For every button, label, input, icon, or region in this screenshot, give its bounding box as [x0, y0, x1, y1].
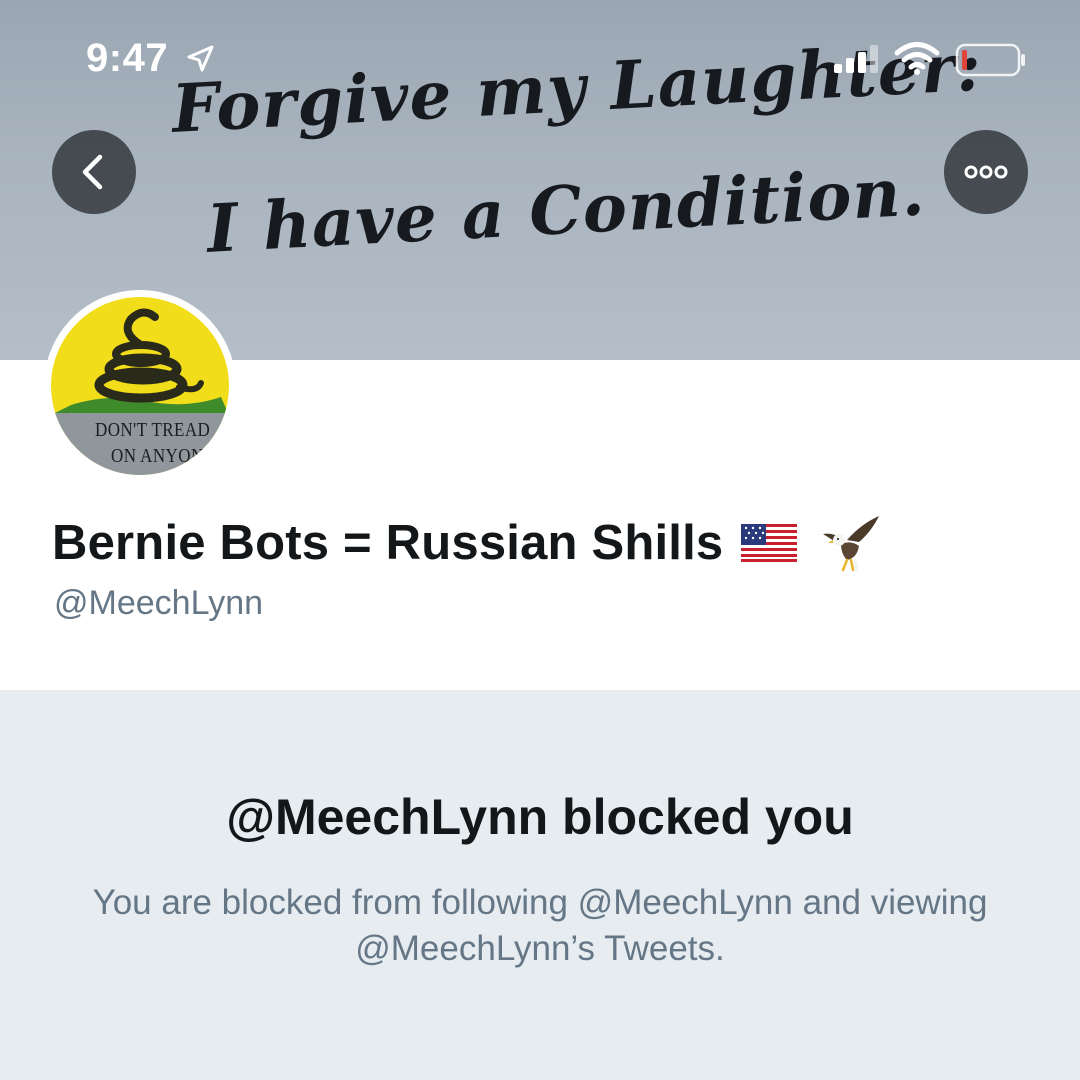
avatar-image: DON'T TREAD ON ANYONE	[51, 297, 229, 475]
blocked-title: @MeechLynn blocked you	[226, 789, 854, 845]
avatar-caption: DON'T TREAD ON ANYONE	[51, 413, 229, 475]
ellipsis-icon	[964, 165, 1008, 179]
status-time: 9:47	[86, 36, 169, 80]
more-options-button[interactable]	[944, 130, 1028, 214]
blocked-notice: @MeechLynn blocked you You are blocked f…	[0, 690, 1080, 1080]
wifi-icon	[894, 42, 940, 75]
user-handle: @MeechLynn	[54, 584, 264, 622]
avatar-caption-line-2: ON ANYONE	[111, 445, 215, 467]
avatar[interactable]: DON'T TREAD ON ANYONE	[44, 290, 236, 482]
back-button[interactable]	[52, 130, 136, 214]
display-name: Bernie Bots = Russian Shills	[52, 516, 724, 570]
avatar-caption-line-1: DON'T TREAD	[95, 419, 211, 441]
display-name-row: Bernie Bots = Russian Shills	[52, 510, 883, 572]
location-arrow-icon	[187, 45, 214, 72]
banner-line-2: I have a Condition.	[205, 152, 928, 268]
us-flag-icon	[741, 524, 798, 562]
cellular-signal-icon	[834, 45, 878, 73]
chevron-left-icon	[82, 154, 103, 190]
battery-low-icon	[955, 43, 1025, 77]
blocked-description: You are blocked from following @MeechLyn…	[92, 883, 988, 968]
profile-screen: Forgive my Laughter: I have a Condition.…	[0, 0, 1080, 1080]
eagle-icon	[823, 516, 880, 572]
